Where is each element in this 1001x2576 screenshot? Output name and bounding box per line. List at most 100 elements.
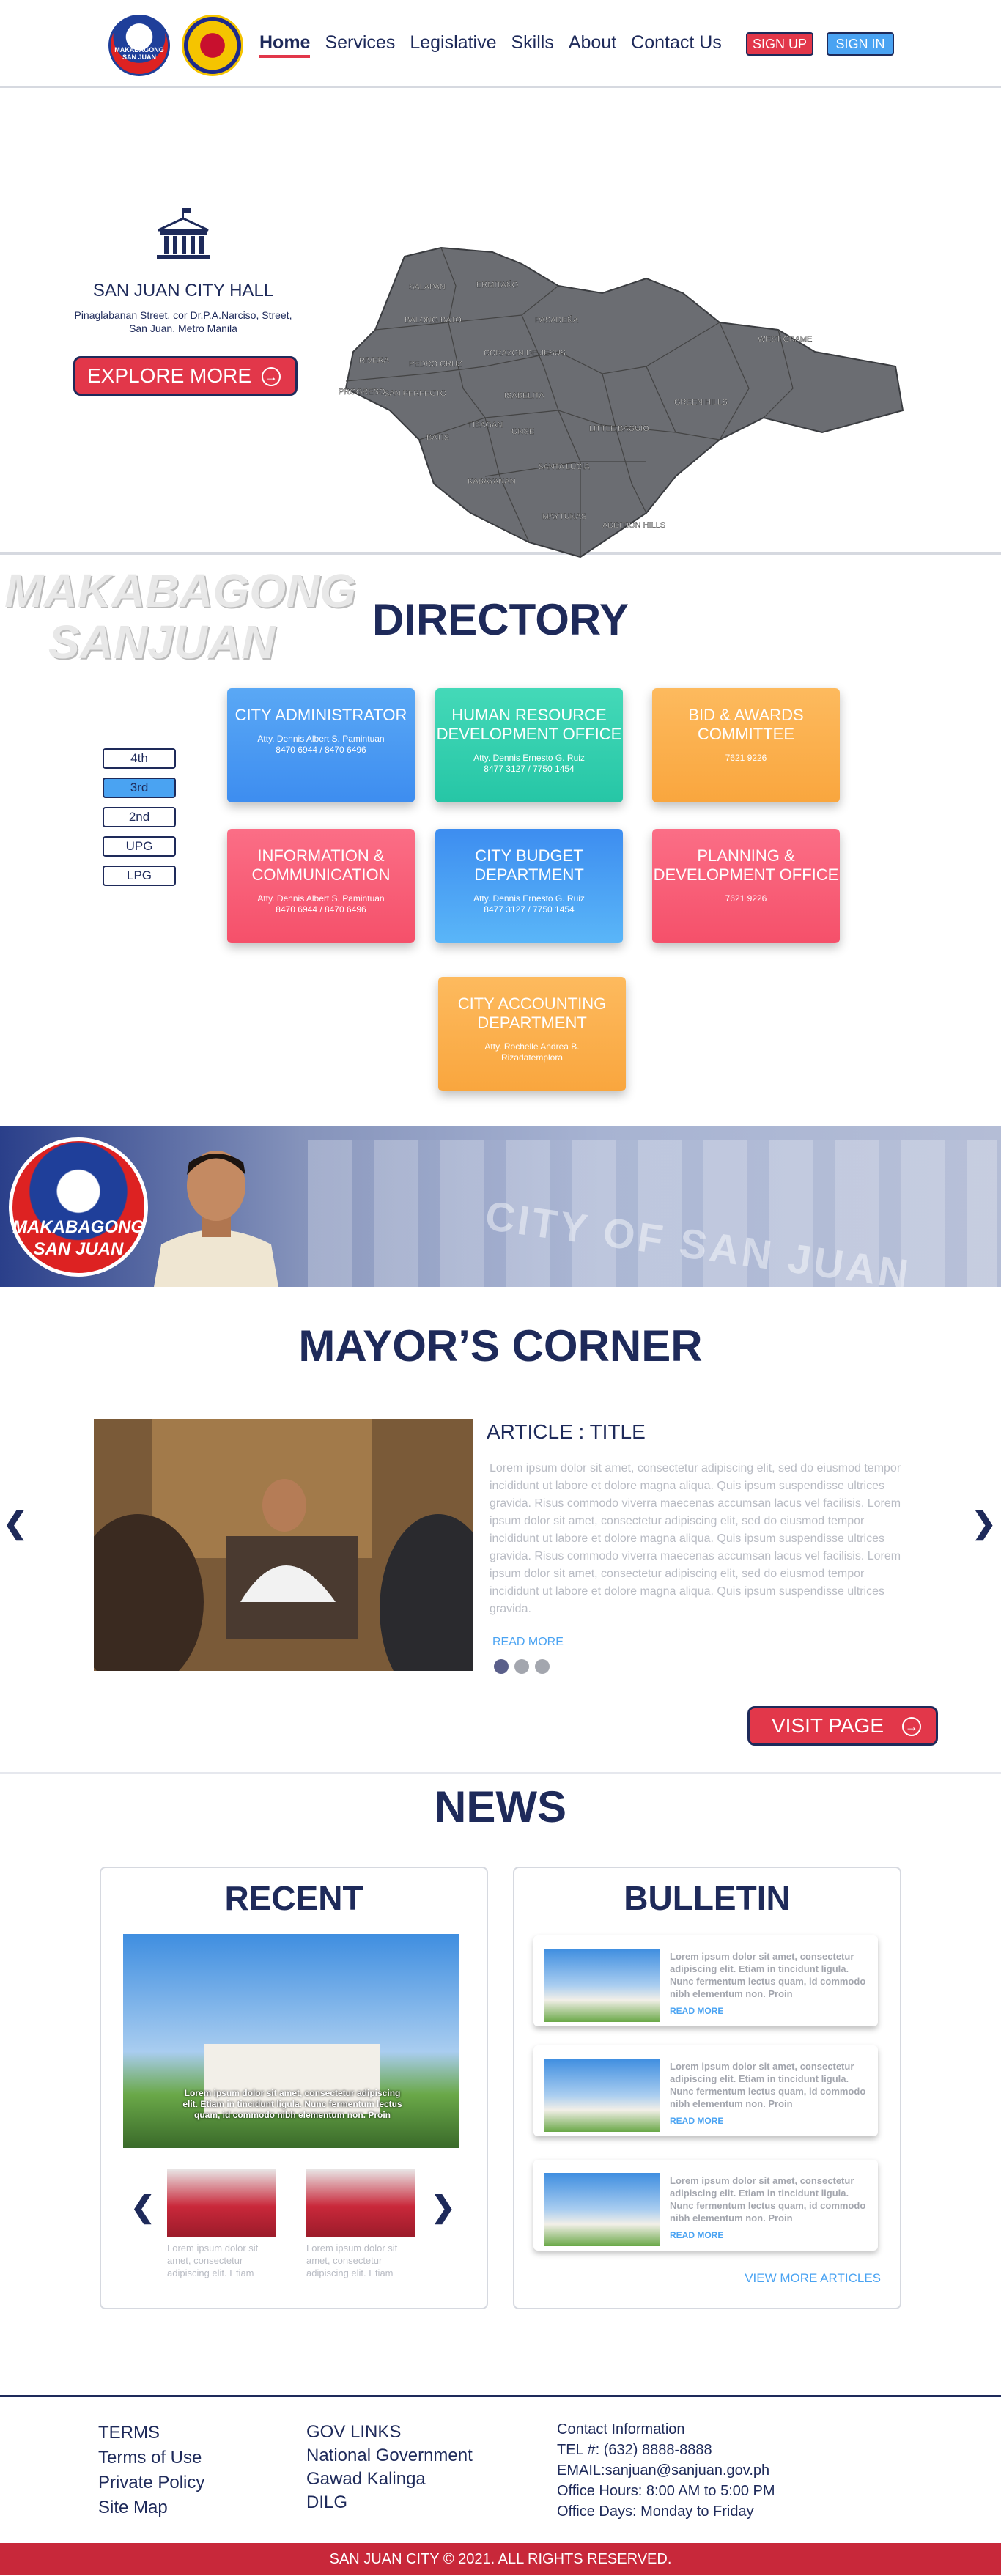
floor-lpg[interactable]: LPG bbox=[103, 866, 176, 886]
floor-4th[interactable]: 4th bbox=[103, 748, 176, 769]
floor-2nd[interactable]: 2nd bbox=[103, 807, 176, 827]
map-label-balong-bato: BALONG BATO bbox=[405, 316, 462, 325]
footer-telephone: TEL #: (632) 8888-8888 bbox=[557, 2442, 712, 2458]
bulletin-item[interactable]: Lorem ipsum dolor sit amet, consectetur … bbox=[533, 2160, 878, 2251]
map-label-corazon-de-jesus: CORAZON DE JESUS bbox=[484, 349, 566, 358]
explore-more-label: EXPLORE MORE bbox=[87, 364, 252, 387]
footer-dilg-link[interactable]: DILG bbox=[306, 2491, 473, 2514]
floor-upg[interactable]: UPG bbox=[103, 836, 176, 857]
recent-next-arrow[interactable]: ❯ bbox=[431, 2191, 456, 2224]
view-more-articles-link[interactable]: VIEW MORE ARTICLES bbox=[745, 2271, 881, 2286]
makabagong-san-juan-logo[interactable]: MAKABAGONG SAN JUAN bbox=[108, 15, 170, 76]
hero-section: SAN JUAN CITY HALL Pinaglabanan Street, … bbox=[0, 88, 1001, 558]
map-label-tibagan: TIBAGAN bbox=[468, 421, 503, 429]
bulletin-read-more[interactable]: READ MORE bbox=[670, 2230, 723, 2240]
footer-gawad-kalinga-link[interactable]: Gawad Kalinga bbox=[306, 2468, 473, 2491]
nav-about[interactable]: About bbox=[569, 32, 616, 58]
map-label-progreso: PROGRESO bbox=[339, 388, 385, 396]
map-label-ermitano: ERMITAÑO bbox=[476, 280, 519, 289]
card-title: PLANNING & DEVELOPMENT OFFICE bbox=[653, 846, 839, 884]
bulletin-text: Lorem ipsum dolor sit amet, consectetur … bbox=[670, 2175, 866, 2223]
mayor-banner: CITY OF SAN JUAN MAKABAGONG SAN JUAN bbox=[0, 1126, 1001, 1287]
sign-up-button[interactable]: SIGN UP bbox=[746, 32, 813, 56]
nav-services[interactable]: Services bbox=[325, 32, 395, 58]
recent-thumbnail-1[interactable] bbox=[167, 2169, 276, 2237]
recent-thumbnail-2[interactable] bbox=[306, 2169, 415, 2237]
card-phone: Rizadatemplora bbox=[500, 1052, 564, 1063]
footer-terms-of-use-link[interactable]: Terms of Use bbox=[98, 2446, 204, 2470]
directory-section: MAKABAGONG SANJUAN DIRECTORY 4th 3rd 2nd… bbox=[0, 555, 1001, 1126]
mayors-corner-title: MAYOR’S CORNER bbox=[298, 1321, 703, 1370]
directory-card-city-budget[interactable]: CITY BUDGET DEPARTMENT Atty. Dennis Erne… bbox=[435, 829, 623, 943]
card-contact-name: Atty. Dennis Ernesto G. Ruiz bbox=[473, 893, 585, 904]
nav-contact-us[interactable]: Contact Us bbox=[631, 32, 722, 58]
card-phone: 8477 3127 / 7750 1454 bbox=[484, 764, 575, 774]
logo-text: MAKABAGONG SAN JUAN bbox=[114, 46, 164, 61]
bulletin-read-more[interactable]: READ MORE bbox=[670, 2116, 723, 2126]
main-menu: Home Services Legislative Skills About C… bbox=[259, 32, 722, 58]
recent-prev-arrow[interactable]: ❮ bbox=[130, 2191, 155, 2224]
card-title: HUMAN RESOURCE DEVELOPMENT OFFICE bbox=[436, 706, 622, 743]
footer-contact-heading: Contact Information bbox=[557, 2421, 685, 2437]
nav-skills[interactable]: Skills bbox=[511, 32, 553, 58]
bulletin-read-more[interactable]: READ MORE bbox=[670, 2006, 723, 2016]
card-title: CITY ACCOUNTING DEPARTMENT bbox=[457, 994, 607, 1032]
city-hall-icon bbox=[157, 208, 210, 259]
map-label-san-perfecto: SAN PERFECTO bbox=[384, 389, 447, 398]
footer-private-policy-link[interactable]: Private Policy bbox=[98, 2470, 204, 2495]
arrow-right-icon: → bbox=[902, 1717, 921, 1736]
footer-national-government-link[interactable]: National Government bbox=[306, 2444, 473, 2468]
recent-featured-image[interactable]: Lorem ipsum dolor sit amet, consectetur … bbox=[123, 1934, 459, 2148]
footer-terms-heading: TERMS bbox=[98, 2423, 160, 2443]
mayor-article-photo[interactable] bbox=[94, 1419, 473, 1671]
directory-card-bac[interactable]: BID & AWARDS COMMITTEE 7621 9226 bbox=[652, 688, 840, 802]
city-seal-logo[interactable] bbox=[182, 15, 243, 76]
map-label-rivera: RIVERA bbox=[359, 356, 390, 365]
article-read-more-link[interactable]: READ MORE bbox=[492, 1636, 564, 1649]
card-contact-name: Atty. Dennis Albert S. Pamintuan bbox=[257, 734, 385, 744]
bulletin-panel: BULLETIN Lorem ipsum dolor sit amet, con… bbox=[513, 1867, 901, 2309]
mayor-portrait bbox=[154, 1151, 278, 1287]
arrow-right-icon: → bbox=[262, 367, 281, 386]
visit-page-button[interactable]: VISIT PAGE → bbox=[747, 1706, 938, 1746]
recent-panel: RECENT Lorem ipsum dolor sit amet, conse… bbox=[100, 1867, 488, 2309]
recent-thumbnail-caption-2: Lorem ipsum dolor sit amet, consectetur … bbox=[306, 2243, 398, 2278]
explore-more-button[interactable]: EXPLORE MORE → bbox=[73, 356, 298, 396]
map-label-kabayanan: KABAYANAN bbox=[468, 477, 516, 486]
carousel-prev-arrow[interactable]: ❮ bbox=[3, 1507, 28, 1540]
bulletin-item[interactable]: Lorem ipsum dolor sit amet, consectetur … bbox=[533, 2045, 878, 2136]
map-label-batis: BATIS bbox=[426, 433, 449, 442]
top-navigation: MAKABAGONG SAN JUAN Home Services Legisl… bbox=[0, 0, 1001, 88]
footer-contact-column: Contact Information TEL #: (632) 8888-88… bbox=[557, 2419, 775, 2522]
directory-title: DIRECTORY bbox=[372, 595, 629, 644]
visit-page-label: VISIT PAGE bbox=[772, 1714, 884, 1737]
sign-in-button[interactable]: SIGN IN bbox=[827, 32, 894, 56]
card-phone: 8470 6944 / 8470 6496 bbox=[276, 745, 366, 755]
footer: TERMS Terms of Use Private Policy Site M… bbox=[0, 2397, 1001, 2543]
nav-home[interactable]: Home bbox=[259, 32, 311, 58]
makabagong-seal: MAKABAGONG SAN JUAN bbox=[9, 1137, 148, 1277]
directory-card-city-administrator[interactable]: CITY ADMINISTRATOR Atty. Dennis Albert S… bbox=[227, 688, 415, 802]
directory-card-city-accounting[interactable]: CITY ACCOUNTING DEPARTMENT Atty. Rochell… bbox=[438, 977, 626, 1091]
map-label-west-crame: WEST CRAME bbox=[758, 335, 812, 344]
directory-card-information-communication[interactable]: INFORMATION & COMMUNICATION Atty. Dennis… bbox=[227, 829, 415, 943]
card-phone: 7621 9226 bbox=[725, 753, 767, 763]
footer-email[interactable]: EMAIL:sanjuan@sanjuan.gov.ph bbox=[557, 2460, 775, 2481]
carousel-next-arrow[interactable]: ❯ bbox=[972, 1507, 997, 1540]
map-label-addition-hills: ADDITION HILLS bbox=[602, 521, 665, 530]
nav-legislative[interactable]: Legislative bbox=[410, 32, 496, 58]
city-hall-address-2: San Juan, Metro Manila bbox=[129, 322, 237, 334]
card-contact-name: Atty. Rochelle Andrea B. bbox=[484, 1041, 580, 1052]
carousel-dot-2[interactable] bbox=[514, 1659, 529, 1674]
directory-card-hrdo[interactable]: HUMAN RESOURCE DEVELOPMENT OFFICE Atty. … bbox=[435, 688, 623, 802]
directory-card-planning-development[interactable]: PLANNING & DEVELOPMENT OFFICE 7621 9226 bbox=[652, 829, 840, 943]
map-label-santa-lucia: SANTA LUCIA bbox=[538, 462, 590, 471]
carousel-dot-3[interactable] bbox=[535, 1659, 550, 1674]
footer-site-map-link[interactable]: Site Map bbox=[98, 2495, 204, 2520]
floor-3rd[interactable]: 3rd bbox=[103, 778, 176, 798]
bulletin-item[interactable]: Lorem ipsum dolor sit amet, consectetur … bbox=[533, 1935, 878, 2026]
bulletin-image bbox=[544, 2059, 660, 2132]
carousel-dot-1[interactable] bbox=[494, 1659, 509, 1674]
san-juan-barangay-map[interactable]: SALAPAN ERMITAÑO BALONG BATO PASADEÑA CO… bbox=[339, 242, 910, 572]
city-hall-address-1: Pinaglabanan Street, cor Dr.P.A.Narciso,… bbox=[74, 309, 292, 321]
